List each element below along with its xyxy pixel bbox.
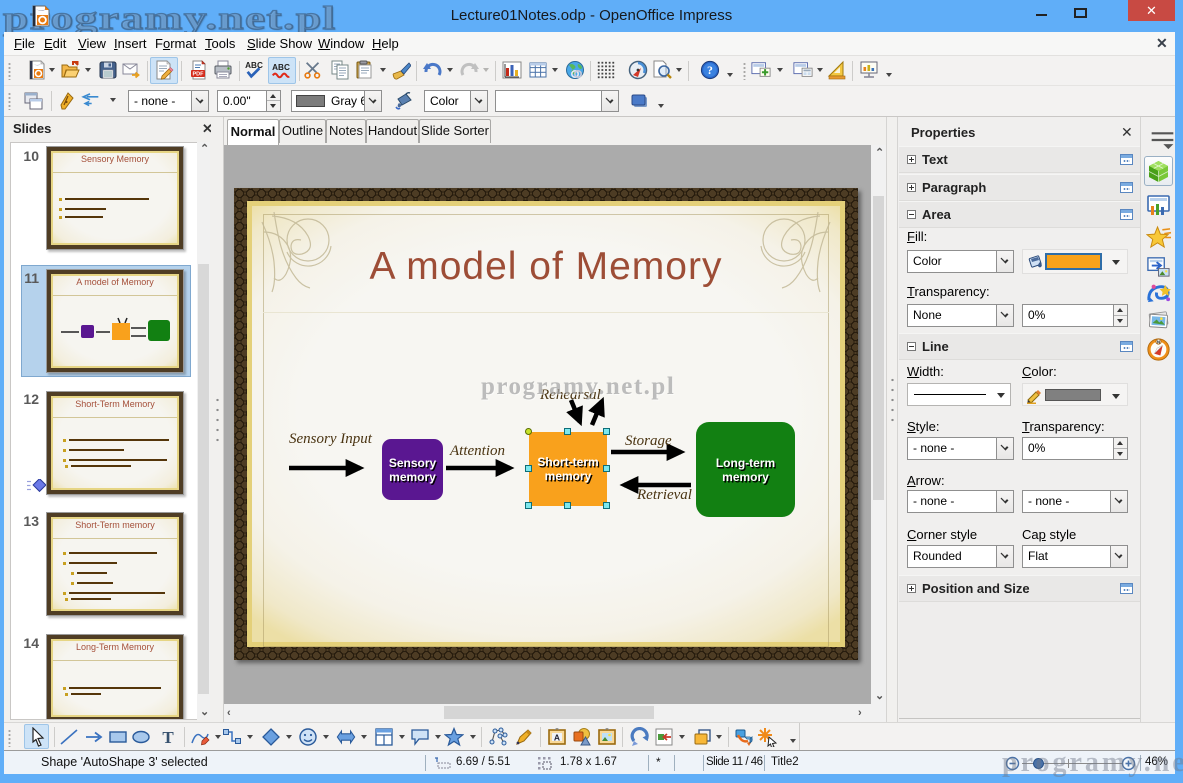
svg-text:T: T [162,728,174,747]
svg-text:A: A [554,733,560,743]
svg-text:ABC: ABC [245,61,263,70]
svg-text:PDF: PDF [193,72,205,78]
svg-text:ABC: ABC [272,63,290,72]
svg-text:?: ? [707,63,713,77]
